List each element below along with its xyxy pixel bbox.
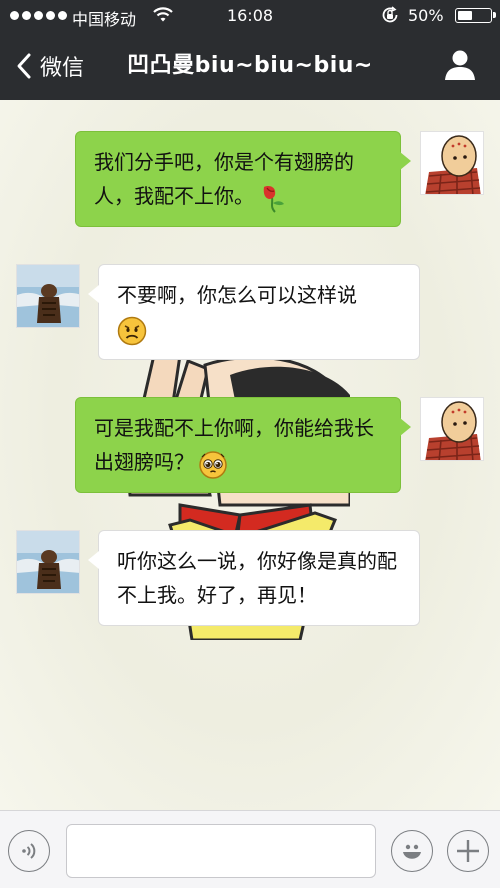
- message-input[interactable]: [66, 824, 376, 878]
- battery-icon: [455, 8, 496, 23]
- message-text: 我们分手吧，你是个有翅膀的人，我配不上你。: [94, 150, 354, 208]
- message-text: 可是我配不上你啊，你能给我长出翅膀吗？: [94, 416, 374, 474]
- emoji-icon: [403, 844, 421, 859]
- more-button[interactable]: [447, 830, 489, 872]
- contact-avatar-image: [17, 531, 79, 593]
- my-avatar[interactable]: [420, 397, 484, 461]
- top-bar: 中国移动 16:08 50% 微信 凹凸曼biu~biu~biu~: [0, 0, 500, 100]
- frown-face-icon: [117, 316, 147, 345]
- wilted-rose-icon: [263, 185, 284, 213]
- contact-avatar[interactable]: [16, 530, 80, 594]
- orientation-lock-icon: [382, 6, 398, 23]
- monk-avatar-image: [421, 132, 483, 194]
- message-bubble-incoming[interactable]: 听你这么一说，你好像是真的配不上我。好了，再见！: [88, 530, 420, 626]
- chat-title: 凹凸曼biu~biu~biu~: [127, 53, 373, 78]
- voice-button[interactable]: [8, 830, 50, 872]
- message-text: 不要啊，你怎么可以这样说: [117, 283, 357, 307]
- message-bubble-outgoing[interactable]: 我们分手吧，你是个有翅膀的人，我配不上你。: [75, 131, 411, 227]
- status-bar: 中国移动 16:08 50%: [0, 0, 500, 32]
- input-bar: [0, 810, 500, 888]
- plus-icon: [457, 840, 479, 862]
- contact-avatar[interactable]: [16, 264, 80, 328]
- emoji-button[interactable]: [391, 830, 433, 872]
- my-avatar[interactable]: [420, 131, 484, 195]
- message-text: 听你这么一说，你好像是真的配不上我。好了，再见！: [117, 549, 397, 607]
- message-bubble-incoming[interactable]: 不要啊，你怎么可以这样说: [88, 264, 420, 360]
- profile-icon[interactable]: [443, 48, 477, 82]
- monk-avatar-image: [421, 398, 483, 460]
- chat-area[interactable]: 我们分手吧，你是个有翅膀的人，我配不上你。 不要啊，你怎么可以这样说 可是我配不…: [0, 100, 500, 810]
- pleading-face-icon: [199, 450, 227, 479]
- voice-icon: [22, 843, 36, 859]
- battery-percent: 50%: [408, 6, 444, 25]
- contact-avatar-image: [17, 265, 79, 327]
- message-bubble-outgoing[interactable]: 可是我配不上你啊，你能给我长出翅膀吗？: [75, 397, 411, 493]
